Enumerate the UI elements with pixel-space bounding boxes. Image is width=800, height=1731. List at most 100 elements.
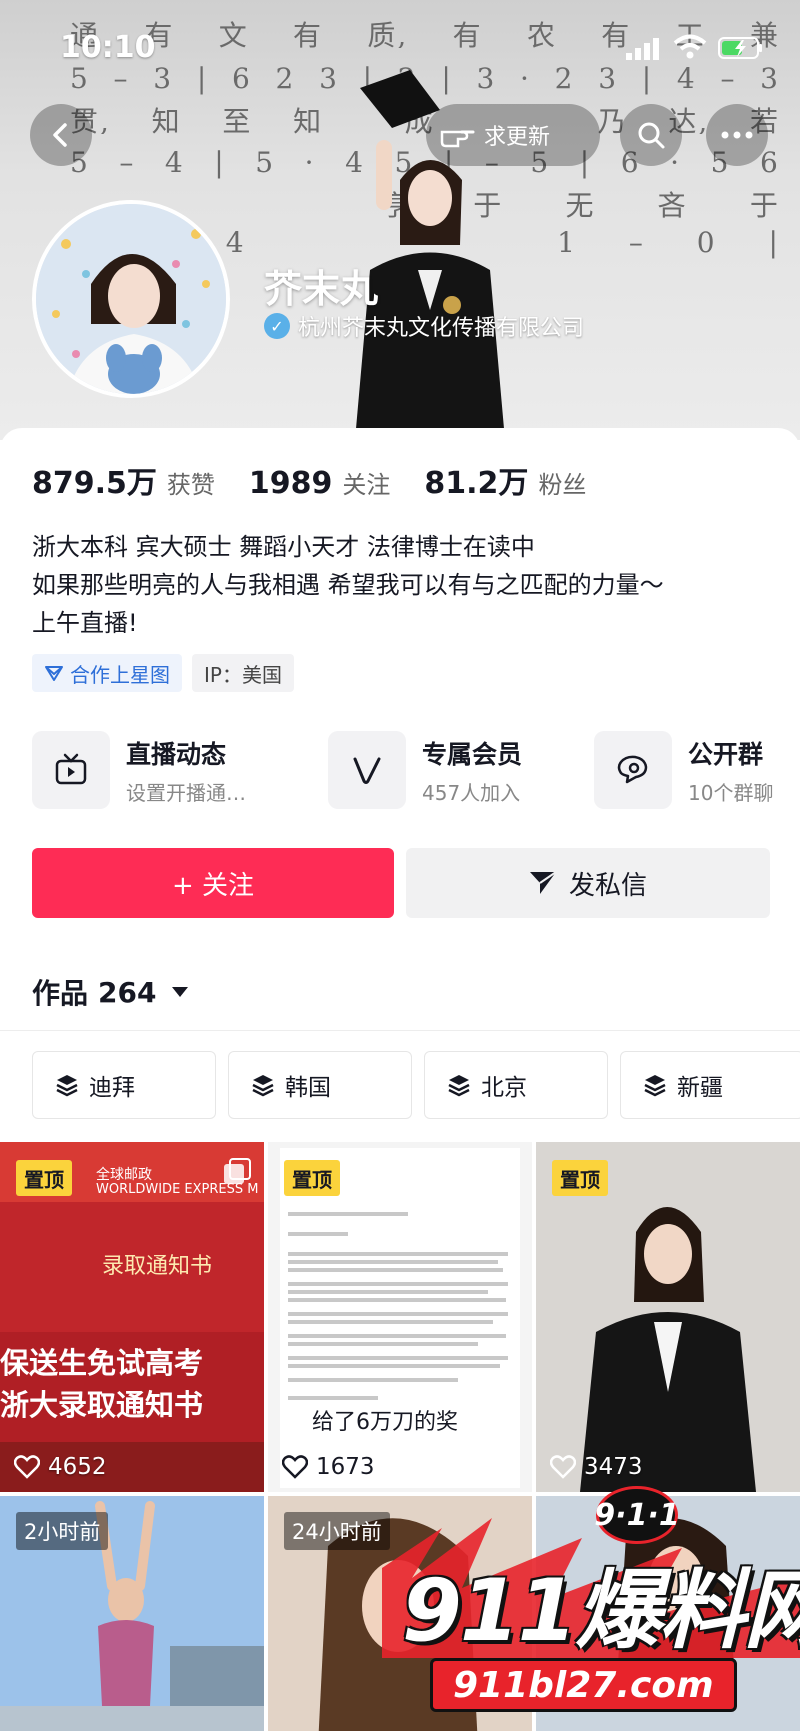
paper-plane-icon [529, 871, 557, 894]
chat-group-icon [594, 731, 672, 809]
shortcut-member-title: 专属会员 [422, 739, 523, 769]
star-map-icon [45, 666, 63, 681]
v-member-icon [328, 731, 406, 809]
watermark-url: 911bl27.com [430, 1658, 737, 1712]
ip-location-label: IP：美国 [204, 662, 282, 687]
video-thumbnail[interactable]: 2小时前 [0, 1496, 264, 1731]
tv-icon [32, 731, 110, 809]
thumb-text: 全球邮政 [96, 1167, 152, 1183]
star-map-label: 合作上星图 [70, 662, 170, 687]
like-count-value: 1673 [316, 1454, 375, 1480]
verified-org: ✓ 杭州芥末丸文化传播有限公司 [264, 310, 584, 342]
score-glyph: 于 [749, 189, 780, 218]
score-glyph: 无 [565, 189, 596, 218]
watermark-main-text: 911爆料网 [402, 1561, 800, 1661]
pinned-badge: 置顶 [16, 1160, 72, 1196]
avatar[interactable] [32, 200, 230, 398]
profile-tags: 合作上星图 IP：美国 [32, 654, 294, 692]
profile-stats: 879.5万 获赞 1989 关注 81.2万 粉丝 [32, 458, 610, 502]
send-message-button[interactable]: 发私信 [406, 848, 770, 918]
search-button[interactable] [620, 104, 682, 166]
layers-icon [448, 1075, 470, 1097]
thumb-text: 录取通知书 [102, 1254, 213, 1279]
follow-button[interactable]: + 关注 [32, 848, 394, 918]
profile-card: 879.5万 获赞 1989 关注 81.2万 粉丝 浙大本科 宾大硕士 舞蹈小… [0, 428, 800, 1731]
collection-chip-label: 新疆 [677, 1075, 723, 1101]
score-glyph: – [628, 226, 645, 259]
watermark-logo: 9·1·1 911爆料网 911bl27.com [382, 1468, 800, 1731]
likes-count: 879.5万 [32, 466, 157, 501]
verified-org-text: 杭州芥末丸文化传播有限公司 [298, 316, 585, 341]
pinned-badge: 置顶 [284, 1160, 340, 1196]
works-count: 264 [98, 975, 157, 1009]
request-update-label: 求更新 [484, 125, 551, 150]
score-glyph: 5 [255, 146, 276, 179]
profile-banner: 通有文有质,有农有工兼5–3|623|2|3·23|4–3贯,知至知成乃达,若5… [0, 0, 800, 440]
video-thumbnail[interactable]: 置顶 给了6万刀的奖 1673 [268, 1142, 532, 1492]
tv-icon-svg [55, 753, 87, 785]
bio: 浙大本科 宾大硕士 舞蹈小天才 法律博士在读中 如果那些明亮的人与我相遇 希望我… [32, 528, 664, 642]
score-glyph: 1 [557, 226, 577, 259]
avatar-photo [36, 204, 226, 394]
profile-name: 芥末丸 [264, 267, 379, 311]
collection-chip[interactable]: 新疆 [620, 1051, 800, 1119]
collection-chip[interactable]: 北京 [424, 1051, 608, 1119]
back-button[interactable] [30, 104, 92, 166]
verified-badge-icon: ✓ [264, 313, 290, 339]
works-label: 作品 [32, 977, 89, 1010]
shortcut-group-sub: 10个群聊 [688, 780, 774, 805]
score-glyph: 至 [222, 105, 253, 134]
chevron-left-icon [53, 123, 67, 147]
thumb-caption: 给了6万刀的奖 [312, 1410, 458, 1435]
score-glyph: 4 [164, 146, 185, 179]
score-glyph: – [119, 146, 136, 179]
battery-charging-icon [718, 37, 762, 59]
layers-icon [56, 1075, 78, 1097]
star-map-tag[interactable]: 合作上星图 [32, 654, 182, 692]
ip-location-tag: IP：美国 [192, 654, 294, 692]
thumb-text: 浙大录取通知书 [0, 1388, 204, 1422]
video-thumbnail[interactable]: 全球邮政 WORLDWIDE EXPRESS M 录取通知书 保送生免试高考 浙… [0, 1142, 264, 1492]
bio-line: 上午直播! [32, 609, 138, 637]
score-glyph: 4 [225, 226, 246, 259]
collection-chip[interactable]: 迪拜 [32, 1051, 216, 1119]
shortcut-member[interactable]: 专属会员 457人加入 [328, 730, 522, 810]
like-count: 1673 [282, 1454, 375, 1480]
more-button[interactable] [706, 104, 768, 166]
multi-image-icon [224, 1158, 251, 1184]
chat-group-icon-svg [617, 755, 648, 784]
like-count: 4652 [14, 1454, 107, 1480]
time-ago-badge: 2小时前 [16, 1512, 109, 1550]
layers-icon [252, 1075, 274, 1097]
score-glyph: 知 [293, 105, 324, 134]
score-glyph: 吝 [657, 189, 688, 218]
shortcut-live-sub: 设置开播通… [126, 780, 246, 805]
heart-icon [14, 1455, 40, 1479]
time-ago-badge: 24小时前 [284, 1512, 390, 1550]
divider [0, 1030, 800, 1031]
video-thumbnail[interactable]: 置顶 3473 [536, 1142, 800, 1492]
shortcut-row: 直播动态 设置开播通… 专属会员 457人加入 公开群 10个群聊 [32, 730, 773, 810]
shortcut-live-title: 直播动态 [126, 739, 227, 769]
score-glyph: 知 [151, 105, 182, 134]
shortcut-member-sub: 457人加入 [422, 780, 521, 805]
heart-icon [282, 1455, 308, 1479]
pointing-hand-icon [440, 130, 475, 148]
v-member-icon-svg [353, 757, 381, 784]
shortcut-live[interactable]: 直播动态 设置开播通… [32, 730, 246, 810]
request-update-button[interactable]: 求更新 [426, 104, 600, 166]
shortcut-group-title: 公开群 [688, 739, 764, 769]
works-tab[interactable]: 作品 264 [32, 972, 189, 1012]
following-count[interactable]: 1989 [249, 466, 333, 501]
signal-icon [626, 38, 659, 60]
send-message-label: 发私信 [568, 870, 647, 901]
followers-count[interactable]: 81.2万 [424, 458, 528, 502]
following-label[interactable]: 关注 [342, 465, 390, 500]
score-glyph: | [768, 226, 780, 259]
thumb-text: 保送生免试高考 [0, 1346, 204, 1380]
shortcut-group[interactable]: 公开群 10个群聊 [594, 730, 773, 810]
collection-chip[interactable]: 韩国 [228, 1051, 412, 1119]
collection-chip-label: 北京 [481, 1075, 527, 1101]
search-icon [638, 122, 665, 149]
followers-label[interactable]: 粉丝 [538, 465, 586, 500]
